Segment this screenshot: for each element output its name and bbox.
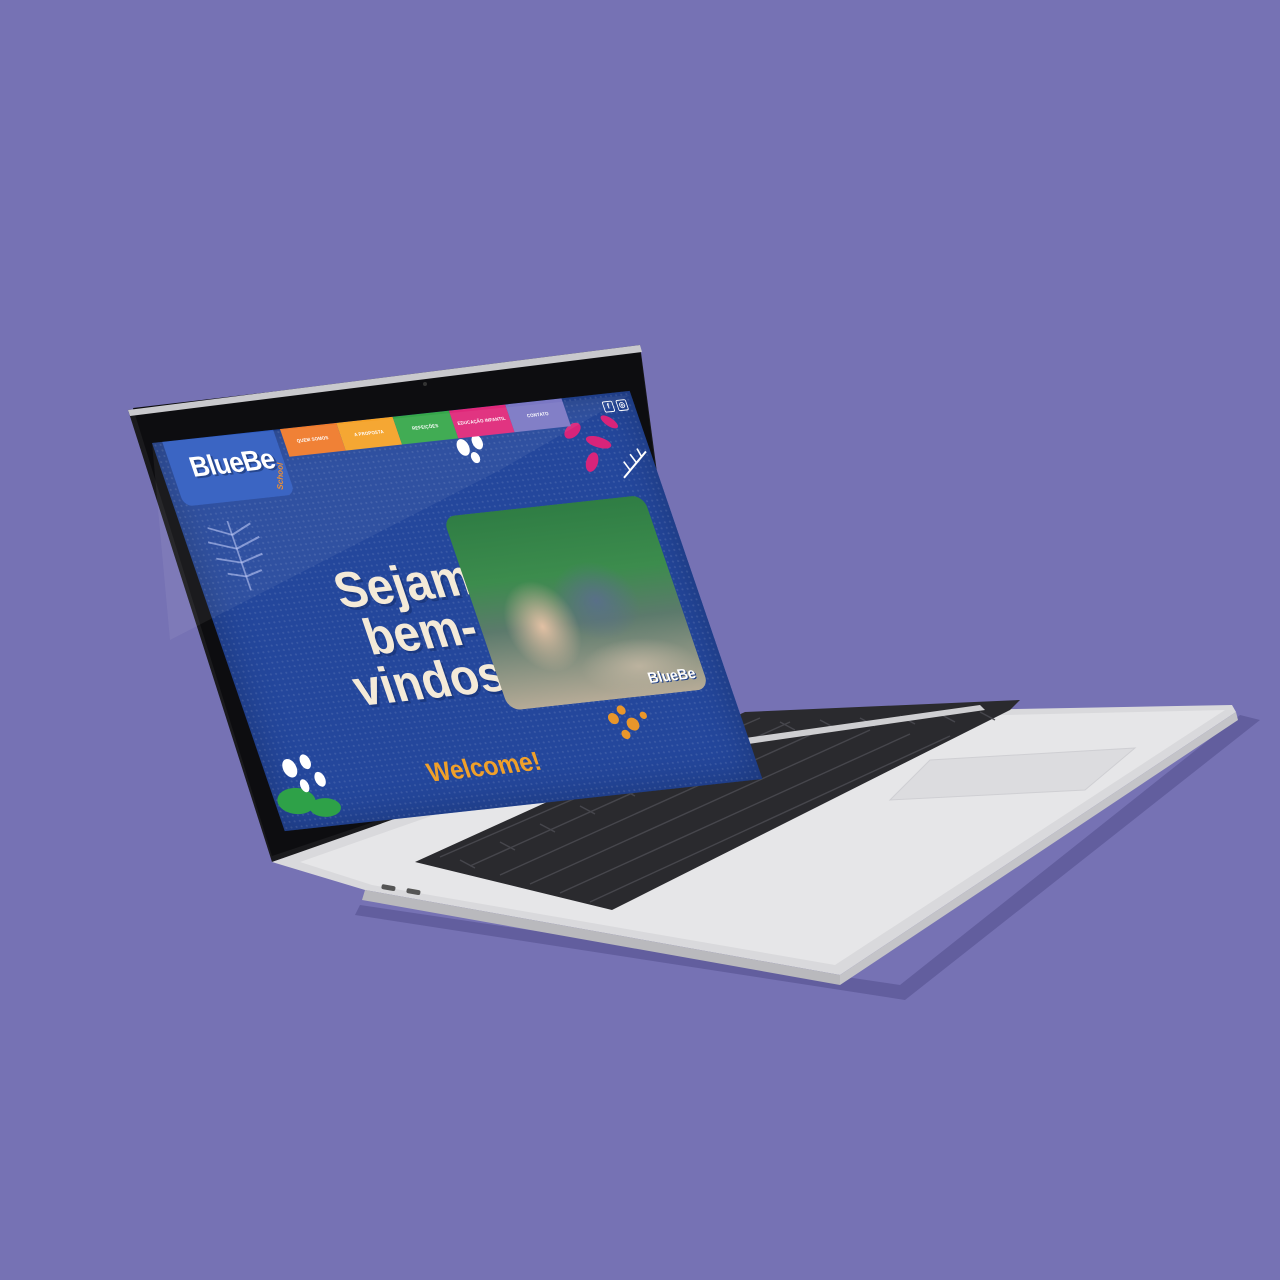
logo-text: BlueBe (185, 443, 279, 484)
logo-subtext: School (275, 461, 285, 491)
mockup-stage: BlueBe School QUEM SOMOS A PROPOSTA REFE… (0, 0, 1280, 1280)
nav-item-educacao-infantil[interactable]: EDUCAÇÃO INFANTIL (448, 404, 515, 439)
nav-item-quem-somos[interactable]: QUEM SOMOS (279, 422, 346, 457)
nav-item-a-proposta[interactable]: A PROPOSTA (336, 416, 403, 451)
nav-item-contato[interactable]: CONTATO (505, 398, 571, 433)
site-logo[interactable]: BlueBe School (162, 429, 296, 507)
photo-watermark: BlueBe (645, 665, 699, 687)
nav-item-refeicoes[interactable]: REFEIÇÕES (392, 410, 459, 445)
